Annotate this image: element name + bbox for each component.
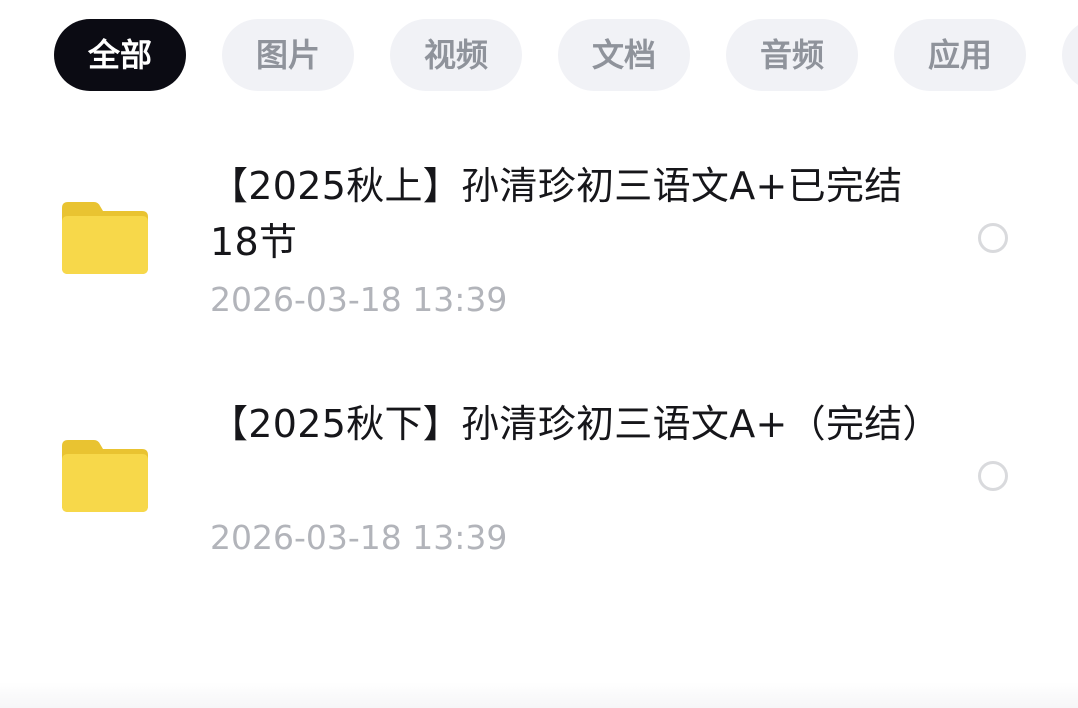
folder-icon (62, 202, 148, 274)
tab-documents[interactable]: 文档 (558, 19, 690, 91)
file-list-item[interactable]: 【2025秋下】孙清珍初三语文A+（完结） 2026-03-18 13:39 (0, 390, 1078, 590)
tab-more[interactable] (1062, 19, 1078, 91)
file-browser-page: 全部 图片 视频 文档 音频 应用 【2025秋上】孙清珍初三语文A+已完结18… (0, 0, 1078, 708)
file-date: 2026-03-18 13:39 (210, 280, 508, 319)
select-radio[interactable] (978, 461, 1008, 491)
tab-images[interactable]: 图片 (222, 19, 354, 91)
file-name: 【2025秋下】孙清珍初三语文A+（完结） (210, 402, 941, 446)
bottom-divider (0, 682, 1078, 708)
tab-all[interactable]: 全部 (54, 19, 186, 91)
tab-audio[interactable]: 音频 (726, 19, 858, 91)
tab-videos[interactable]: 视频 (390, 19, 522, 91)
file-date: 2026-03-18 13:39 (210, 518, 508, 557)
file-name: 【2025秋上】孙清珍初三语文A+已完结18节 (210, 164, 903, 264)
file-list-item[interactable]: 【2025秋上】孙清珍初三语文A+已完结18节 2026-03-18 13:39 (0, 150, 1078, 350)
folder-icon (62, 440, 148, 512)
filter-tab-bar: 全部 图片 视频 文档 音频 应用 (54, 19, 1078, 91)
tab-apps[interactable]: 应用 (894, 19, 1026, 91)
select-radio[interactable] (978, 223, 1008, 253)
